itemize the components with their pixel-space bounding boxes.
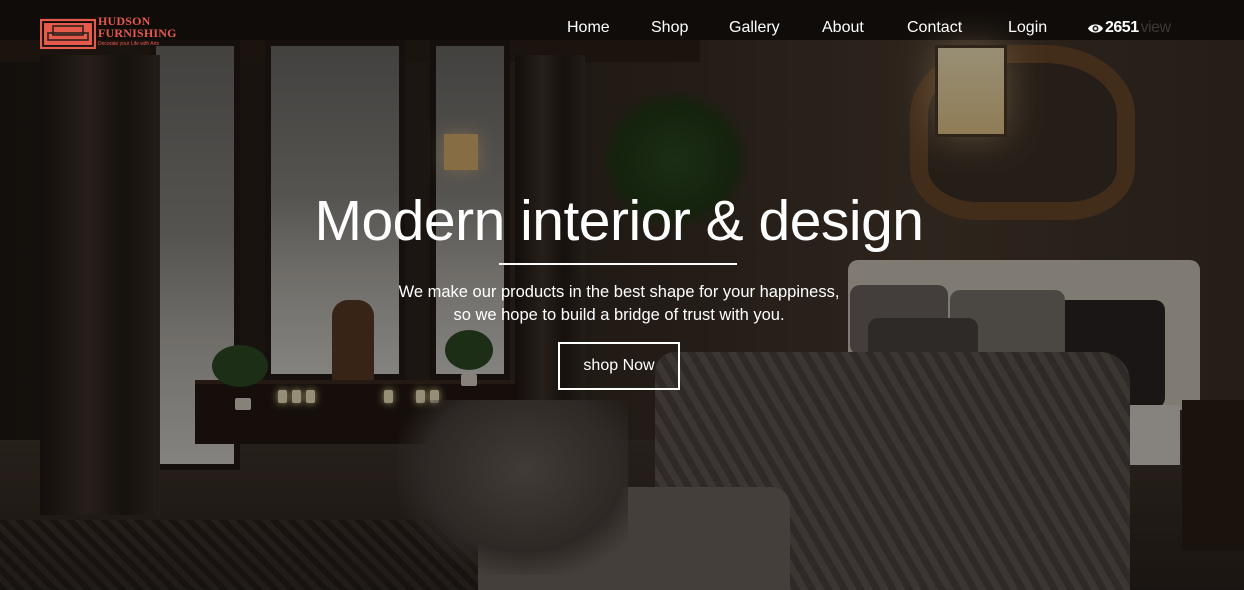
- hero-subtitle-line1: We make our products in the best shape f…: [398, 283, 840, 301]
- nav-gallery[interactable]: Gallery: [729, 19, 780, 37]
- brand-tagline: Decorate your Life with Arts: [98, 41, 160, 47]
- brand-logo[interactable]: HUDSON FURNISHING Decorate your Life wit…: [40, 15, 177, 49]
- brand-text: HUDSON FURNISHING Decorate your Life wit…: [98, 15, 177, 48]
- shop-now-button[interactable]: shop Now: [558, 342, 680, 390]
- nav-login[interactable]: Login: [1008, 19, 1047, 37]
- nav-home[interactable]: Home: [567, 19, 610, 37]
- eye-icon: [1088, 23, 1103, 33]
- brand-name-line2: FURNISHING: [98, 26, 177, 40]
- title-divider: [499, 263, 737, 265]
- nav-about[interactable]: About: [822, 19, 864, 37]
- hero-subtitle: We make our products in the best shape f…: [0, 281, 1238, 327]
- nav-contact[interactable]: Contact: [907, 19, 962, 37]
- sofa-icon: [40, 18, 96, 49]
- view-suffix: view: [1140, 19, 1172, 36]
- view-count: 2651: [1105, 19, 1139, 36]
- hero-title: Modern interior & design: [314, 189, 925, 253]
- hero-subtitle-line2: so we hope to build a bridge of trust wi…: [453, 306, 785, 324]
- nav-shop[interactable]: Shop: [651, 19, 688, 37]
- view-counter: 2651 view: [1087, 19, 1171, 37]
